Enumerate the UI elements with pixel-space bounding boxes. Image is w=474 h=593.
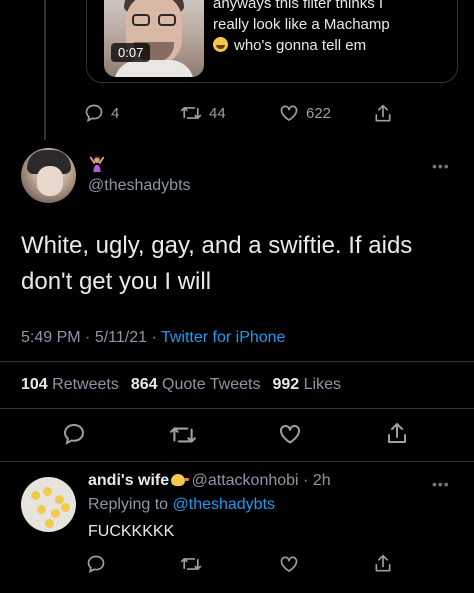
author-handle[interactable]: @theshadybts [88,177,191,195]
quoted-like-action[interactable]: 622 [279,103,331,123]
tweet-text-line-1: White, ugly, gay, and a swiftie. If aids [21,232,413,259]
quoted-retweet-count: 44 [209,104,226,122]
shirt [114,60,194,77]
reply-retweet-button[interactable] [180,554,202,574]
reply-icon [85,104,103,123]
quoted-reply-count: 4 [111,104,120,122]
reply-header: andi's wife @attackonhobi · 2h [88,472,331,490]
tweet-thread-screen: 0:07 anyways this filter thinks I really… [0,0,474,593]
tweet-source-link[interactable]: Twitter for iPhone [161,329,286,346]
share-button[interactable] [385,420,409,448]
reply-author-name[interactable]: andi's wife [88,472,169,489]
tweet-text: White, ugly, gay, and a swiftie. If aids… [21,228,461,300]
quoted-text-line-2: really look like a Machamp [213,16,390,33]
quoted-text-line-3: who's gonna tell em [213,35,453,56]
divider [0,408,474,409]
quoted-tweet-text: anyways this filter thinks I really look… [213,0,453,56]
likes-label: Likes [303,376,341,393]
likes-stat[interactable]: 992 Likes [272,376,341,393]
divider [0,461,474,462]
likes-count: 992 [272,376,300,393]
replying-to: Replying to @theshadybts [88,496,275,514]
thread-connector-line [44,0,46,140]
retweets-count: 104 [21,376,48,393]
meta-separator-1: · [80,329,95,346]
like-icon [280,105,298,121]
reply-author-handle[interactable]: @attackonhobi [192,472,299,489]
like-icon [280,556,298,572]
share-icon [375,104,391,122]
quoted-share-action[interactable] [373,103,393,125]
quote-tweets-stat[interactable]: 864 Quote Tweets [131,376,261,393]
video-thumbnail[interactable] [104,0,204,77]
reply-button[interactable] [62,422,86,446]
reply-icon [87,555,105,574]
reply-age: 2h [312,472,331,489]
quoted-text-line-3-label: who's gonna tell em [234,37,367,54]
reply-share-button[interactable] [373,553,393,575]
more-icon[interactable]: ••• [432,158,450,174]
tweet-time: 5:49 PM [21,329,81,346]
quoted-reply-action[interactable]: 4 [84,103,119,123]
reply-like-button[interactable] [279,554,299,574]
replying-to-prefix: Replying to [88,496,169,513]
retweet-icon [180,558,202,570]
quoted-text-line-1: anyways this filter thinks I [213,0,384,12]
tweet-meta: 5:49 PM · 5/11/21 · Twitter for iPhone [21,329,285,347]
quote-tweets-count: 864 [130,376,158,393]
avatar-face [37,166,63,196]
author-avatar[interactable] [21,148,76,203]
like-icon [280,424,300,444]
replying-to-handle[interactable]: @theshadybts [173,496,276,513]
quoted-like-count: 622 [306,104,332,122]
share-icon [388,423,406,443]
quote-tweets-label: Quote Tweets [162,376,261,393]
tweet-text-line-2: don't get you I will [21,268,212,295]
retweets-stat[interactable]: 104 Retweets [21,376,119,393]
video-duration-badge: 0:07 [111,43,151,62]
reply-text: FUCKKKKK [88,523,175,540]
reply-separator: · [298,472,313,489]
duck-emoji [171,474,190,486]
retweet-button[interactable] [169,423,197,447]
reply-reply-button[interactable] [86,554,106,574]
divider [0,361,474,362]
share-icon [375,554,391,572]
person-gesturing-emoji [89,155,105,172]
reply-icon [63,423,85,445]
tweet-date: 5/11/21 [94,329,148,346]
tweet-stats: 104 Retweets 864 Quote Tweets 992 Likes [21,376,341,394]
glasses [132,14,176,28]
crying-face-emoji [213,37,228,52]
retweet-icon [180,107,202,119]
reply-author-avatar[interactable] [21,477,76,532]
meta-separator-2: · [147,329,161,346]
more-icon[interactable]: ••• [432,476,450,492]
like-button[interactable] [277,422,303,446]
retweet-icon [170,427,196,443]
quoted-retweet-action[interactable]: 44 [180,103,226,123]
retweets-label: Retweets [52,376,119,393]
